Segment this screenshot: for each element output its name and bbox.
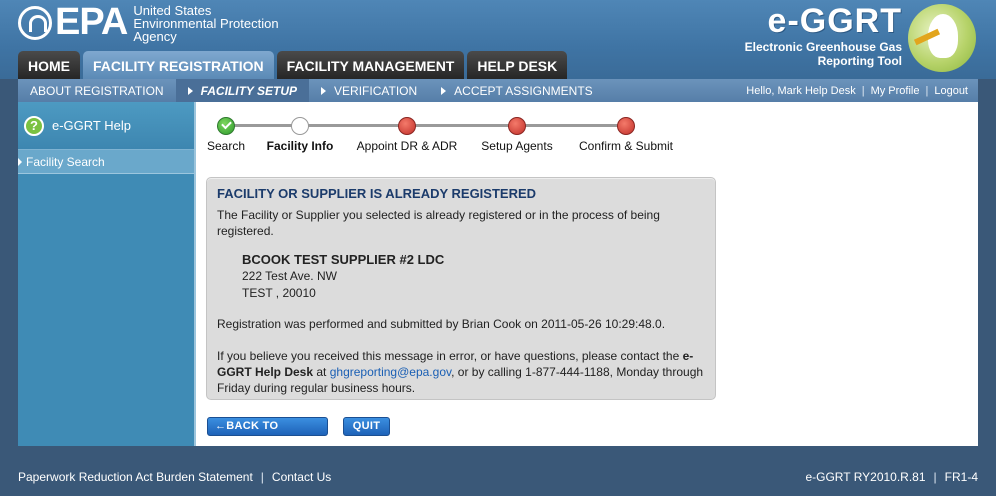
screen-id: FR1-4 xyxy=(944,470,978,484)
user-greeting: Hello, Mark Help Desk xyxy=(746,84,856,97)
subnav-accept-assignments[interactable]: ACCEPT ASSIGNMENTS xyxy=(429,79,604,102)
version-label: e-GGRT RY2010.R.81 xyxy=(805,470,926,484)
sidebar-help[interactable]: ? e-GGRT Help xyxy=(18,102,194,150)
check-icon xyxy=(217,117,235,135)
epa-logo[interactable]: EPA United States Environmental Protecti… xyxy=(18,1,279,44)
epa-flower-icon xyxy=(18,6,52,40)
separator: | xyxy=(260,470,264,484)
already-registered-message: FACILITY OR SUPPLIER IS ALREADY REGISTER… xyxy=(206,177,716,400)
arrow-right-icon xyxy=(321,86,327,95)
brand-title: e-GGRT xyxy=(767,2,902,40)
tab-facility-management[interactable]: FACILITY MANAGEMENT xyxy=(276,51,465,79)
tab-facility-registration[interactable]: FACILITY REGISTRATION xyxy=(83,51,274,79)
footer: Paperwork Reduction Act Burden Statement… xyxy=(18,458,978,496)
agency-name: United States Environmental Protection A… xyxy=(133,3,279,44)
main-nav: HOME FACILITY REGISTRATION FACILITY MANA… xyxy=(18,51,568,79)
facility-address: BCOOK TEST SUPPLIER #2 LDC 222 Test Ave.… xyxy=(242,251,705,302)
quit-button[interactable]: QUIT xyxy=(343,417,390,436)
message-intro: The Facility or Supplier you selected is… xyxy=(217,208,660,238)
content-area: ? e-GGRT Help Facility Search Search Fac… xyxy=(18,102,978,449)
facility-name: BCOOK TEST SUPPLIER #2 LDC xyxy=(242,252,445,267)
message-title: FACILITY OR SUPPLIER IS ALREADY REGISTER… xyxy=(217,186,537,201)
subnav-verification[interactable]: VERIFICATION xyxy=(309,79,429,102)
sidebar-help-label: e-GGRT Help xyxy=(52,118,131,133)
sub-nav: ABOUT REGISTRATION FACILITY SETUP VERIFI… xyxy=(18,79,978,102)
current-step-icon xyxy=(291,117,309,135)
tab-home[interactable]: HOME xyxy=(18,51,80,79)
back-to-search-button[interactable]: ←BACK TO SEARCH xyxy=(207,417,328,449)
sidebar: ? e-GGRT Help Facility Search xyxy=(18,102,196,446)
pending-step-icon xyxy=(617,117,635,135)
subnav-facility-setup[interactable]: FACILITY SETUP xyxy=(175,79,310,102)
tab-help-desk[interactable]: HELP DESK xyxy=(467,51,568,79)
step-setup-agents: Setup Agents xyxy=(478,114,556,153)
subnav-about-registration[interactable]: ABOUT REGISTRATION xyxy=(18,79,176,102)
egret-logo-icon xyxy=(908,4,976,72)
user-links: Hello, Mark Help Desk | My Profile | Log… xyxy=(746,79,968,102)
pending-step-icon xyxy=(398,117,416,135)
progress-steps: Search Facility Info Appoint DR & ADR Se… xyxy=(206,114,686,154)
contact-us-link[interactable]: Contact Us xyxy=(272,470,331,484)
arrow-right-icon xyxy=(441,86,447,95)
registration-info: Registration was performed and submitted… xyxy=(217,317,666,331)
step-search: Search xyxy=(206,114,246,153)
pending-step-icon xyxy=(508,117,526,135)
help-desk-email-link[interactable]: ghgreporting@epa.gov xyxy=(330,365,451,379)
logout-link[interactable]: Logout xyxy=(934,85,968,97)
egggrt-brand: e-GGRT Electronic Greenhouse Gas Reporti… xyxy=(745,2,976,72)
address-line-1: 222 Test Ave. NW xyxy=(242,269,337,283)
help-icon: ? xyxy=(24,115,44,136)
step-confirm-submit: Confirm & Submit xyxy=(576,114,676,153)
step-appoint-dr-adr: Appoint DR & ADR xyxy=(354,114,460,153)
separator: | xyxy=(861,84,865,97)
separator: | xyxy=(925,84,929,97)
address-line-2: TEST , 20010 xyxy=(242,286,316,300)
brand-subtitle: Electronic Greenhouse Gas Reporting Tool xyxy=(744,40,902,68)
contact-info: If you believe you received this message… xyxy=(217,349,704,395)
app-header: EPA United States Environmental Protecti… xyxy=(0,0,996,79)
step-facility-info: Facility Info xyxy=(266,114,334,153)
sidebar-item-facility-search[interactable]: Facility Search xyxy=(18,150,194,174)
separator: | xyxy=(933,470,937,484)
paperwork-link[interactable]: Paperwork Reduction Act Burden Statement xyxy=(18,470,253,484)
arrow-right-icon xyxy=(187,86,193,95)
my-profile-link[interactable]: My Profile xyxy=(871,85,920,97)
epa-wordmark: EPA xyxy=(55,1,128,43)
